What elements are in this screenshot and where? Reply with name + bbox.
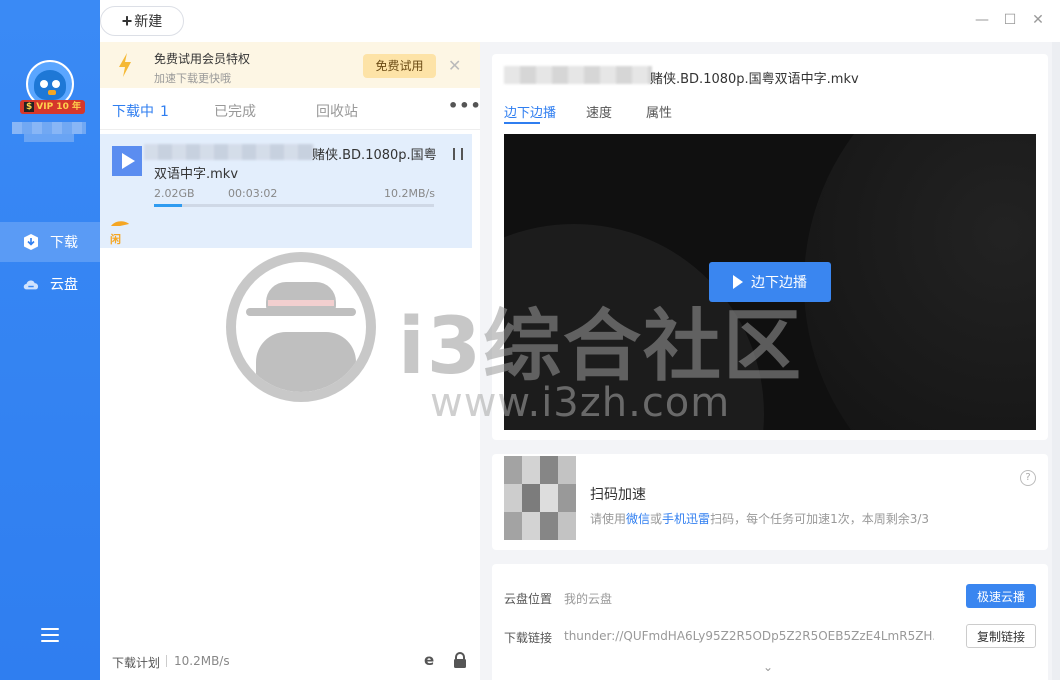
idle-accelerate-icon[interactable]: 闲: [110, 218, 132, 246]
lightning-icon: [119, 53, 131, 77]
promo-banner: 免费试用会员特权 加速下载更快哦 免费试用 ✕: [100, 42, 480, 88]
player-background-arc: [804, 134, 1036, 430]
avatar-beak: [48, 90, 56, 95]
tab-downloading[interactable]: 下载中 1: [112, 101, 169, 121]
task-size: 2.02GB: [154, 187, 195, 200]
play-icon: [733, 275, 743, 289]
task-remaining-time: 00:03:02: [228, 187, 278, 200]
sidebar-item-cloud[interactable]: 云盘: [0, 264, 100, 304]
thunder-app-link[interactable]: 手机迅雷: [662, 512, 710, 526]
bottom-bar: 下载计划 10.2MB/s e: [100, 642, 480, 680]
task-progress-fill: [154, 204, 182, 207]
chevron-down-icon[interactable]: ⌄: [763, 660, 775, 674]
tab-downloading-label: 下载中: [112, 104, 154, 120]
cloud-info-card: 云盘位置 我的云盘 极速云播 下载链接 thunder://QUFmdHA6Ly…: [492, 564, 1048, 680]
qr-code-image: [504, 456, 576, 540]
download-tabs: 下载中 1 已完成 回收站 •••: [100, 88, 482, 130]
divider: [166, 655, 167, 667]
promo-close-icon[interactable]: ✕: [448, 56, 461, 75]
player-background-arc-2: [504, 224, 764, 430]
download-link-value: thunder://QUFmdHA6Ly95Z2R5ODp5Z2R5OEB5Zz…: [564, 629, 934, 643]
close-icon[interactable]: ✕: [1030, 12, 1046, 28]
promo-title: 免费试用会员特权: [154, 52, 251, 66]
new-task-label: 新建: [134, 13, 163, 29]
cloud-location-label: 云盘位置: [504, 592, 553, 606]
download-icon: [24, 234, 38, 250]
play-button-label: 边下边播: [751, 274, 807, 290]
qr-desc-or: 或: [650, 512, 663, 526]
top-bar: + 新建 — ☐ ✕: [100, 0, 1060, 42]
cloud-location-value: 我的云盘: [564, 592, 613, 606]
sidebar-item-download-label: 下载: [50, 235, 78, 251]
qr-description: 请使用微信或手机迅雷扫码，每个任务可加速1次，本周剩余3/3: [590, 510, 929, 527]
maximize-icon[interactable]: ☐: [1002, 12, 1018, 28]
sidebar: $ VIP 10 年 下载 云盘: [0, 0, 100, 680]
detail-title-blurred: [504, 66, 652, 84]
fast-cloud-play-button[interactable]: 极速云播: [966, 584, 1036, 608]
task-progress-bar: [154, 204, 434, 207]
vip-s-icon: $: [24, 102, 35, 112]
tab-properties[interactable]: 属性: [646, 102, 672, 121]
tab-play-while-downloading[interactable]: 边下边播: [504, 102, 556, 121]
tab-speed[interactable]: 速度: [586, 102, 612, 121]
detail-filename: 赌侠.BD.1080p.国粤双语中字.mkv: [650, 72, 859, 87]
copy-link-button[interactable]: 复制链接: [966, 624, 1036, 648]
username-blurred: [12, 122, 86, 134]
scrollbar[interactable]: [1052, 42, 1060, 680]
avatar-eye-right: [52, 80, 60, 88]
username-blurred-2: [24, 134, 74, 142]
help-icon[interactable]: ?: [1020, 470, 1036, 486]
free-trial-button[interactable]: 免费试用: [363, 54, 436, 78]
active-tab-underline: [504, 122, 540, 124]
pause-icon[interactable]: [453, 148, 463, 160]
promo-subtitle: 加速下载更快哦: [154, 72, 231, 85]
lock-icon[interactable]: [453, 652, 467, 668]
avatar-bird-icon: [34, 70, 66, 100]
vip-badge[interactable]: $ VIP 10 年: [20, 100, 85, 114]
cloud-icon: [23, 280, 39, 290]
sidebar-item-download[interactable]: 下载: [0, 222, 100, 262]
qr-title: 扫码加速: [590, 487, 646, 503]
vip-badge-label: VIP 10 年: [36, 102, 81, 112]
qr-accelerate-card: 扫码加速 请使用微信或手机迅雷扫码，每个任务可加速1次，本周剩余3/3 ?: [492, 454, 1048, 550]
task-detail-card: 赌侠.BD.1080p.国粤双语中字.mkv 边下边播 速度 属性 边下边播: [492, 54, 1048, 440]
more-options-icon[interactable]: •••: [448, 96, 482, 115]
tab-downloading-count: 1: [160, 104, 169, 120]
total-speed: 10.2MB/s: [174, 654, 230, 668]
browser-icon[interactable]: e: [424, 652, 440, 668]
download-link-label: 下载链接: [504, 631, 553, 645]
accel-wing-icon: [111, 221, 129, 226]
task-speed: 10.2MB/s: [384, 187, 435, 200]
accel-label: 闲: [110, 233, 121, 246]
qr-desc-suffix: 扫码，每个任务可加速1次，本周剩余3/3: [710, 512, 930, 526]
tab-completed[interactable]: 已完成: [214, 101, 256, 121]
avatar-eye-left: [40, 80, 48, 88]
tab-recycle-bin[interactable]: 回收站: [316, 101, 358, 121]
qr-desc-prefix: 请使用: [590, 512, 627, 526]
new-task-button[interactable]: + 新建: [100, 6, 184, 36]
play-while-downloading-button[interactable]: 边下边播: [709, 262, 831, 302]
minimize-icon[interactable]: —: [974, 12, 990, 28]
video-file-icon[interactable]: [112, 146, 142, 176]
task-filename: 赌侠.BD.1080p.国粤双语中字.mkv: [154, 148, 437, 182]
download-task-row[interactable]: 赌侠.BD.1080p.国粤双语中字.mkv 2.02GB 00:03:02 1…: [100, 134, 472, 248]
wechat-link[interactable]: 微信: [626, 512, 650, 526]
menu-icon[interactable]: [41, 628, 59, 644]
plus-icon: +: [121, 11, 133, 31]
sidebar-item-cloud-label: 云盘: [50, 277, 78, 293]
download-plan-link[interactable]: 下载计划: [112, 654, 160, 671]
download-list-panel: 免费试用会员特权 加速下载更快哦 免费试用 ✕ 下载中 1 已完成 回收站 •••…: [100, 42, 482, 680]
video-player[interactable]: 边下边播: [504, 134, 1036, 430]
